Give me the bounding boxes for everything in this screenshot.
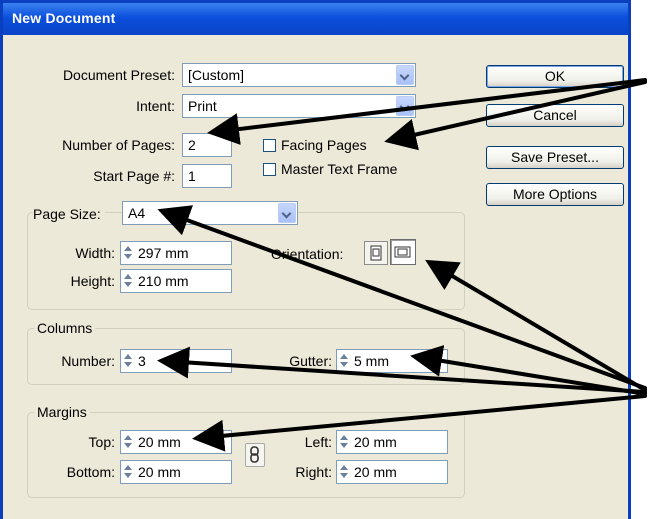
intent-label: Intent: [136,98,175,114]
gutter-value: 5 mm [354,353,389,369]
facing-pages-label: Facing Pages [281,137,367,153]
intent-value: Print [188,98,217,114]
chevron-down-icon[interactable] [278,203,296,223]
top-margin-label: Top: [88,434,115,450]
chevron-down-icon[interactable] [396,65,414,85]
right-margin-label: Right: [295,464,332,480]
width-label: Width: [75,245,115,261]
orientation-label: Orientation: [271,246,344,262]
master-text-frame-checkbox[interactable] [263,163,276,176]
portrait-orientation-button[interactable] [364,241,388,265]
page-size-dropdown[interactable]: A4 [122,201,298,225]
page-size-value: A4 [128,205,146,221]
landscape-orientation-button[interactable] [390,239,416,265]
window-title: New Document [12,10,116,26]
document-preset-label: Document Preset: [62,67,175,83]
top-margin-spinner[interactable]: 20 mm [120,430,232,454]
spinner-arrows-icon[interactable] [340,434,349,450]
left-margin-label: Left: [304,434,332,450]
spinner-arrows-icon[interactable] [340,353,349,369]
bottom-margin-label: Bottom: [66,464,115,480]
start-page-label: Start Page #: [93,168,175,184]
number-of-pages-label: Number of Pages: [62,137,175,153]
ok-button[interactable]: OK [486,65,624,88]
spinner-arrows-icon[interactable] [124,273,133,289]
right-margin-value: 20 mm [354,464,397,480]
columns-number-spinner[interactable]: 3 [120,349,232,373]
facing-pages-checkbox[interactable] [263,139,276,152]
spinner-arrows-icon[interactable] [124,464,133,480]
number-of-pages-input[interactable]: 2 [182,133,232,157]
page-size-label-text: Page Size: [33,206,101,222]
left-margin-value: 20 mm [354,434,397,450]
width-spinner[interactable]: 297 mm [120,241,232,265]
cancel-button[interactable]: Cancel [486,104,624,127]
more-options-button[interactable]: More Options [486,183,624,206]
chevron-down-icon[interactable] [396,96,414,116]
page-size-label: Page Size: [33,206,105,222]
height-spinner[interactable]: 210 mm [120,269,232,293]
spinner-arrows-icon[interactable] [124,245,133,261]
width-value: 297 mm [138,245,189,261]
gutter-label: Gutter: [289,353,332,369]
spinner-arrows-icon[interactable] [124,434,133,450]
height-label: Height: [70,273,115,289]
spinner-arrows-icon[interactable] [340,464,349,480]
columns-title: Columns [34,320,96,336]
start-page-input[interactable]: 1 [182,164,232,188]
document-preset-dropdown[interactable]: [Custom] [182,63,416,87]
top-margin-value: 20 mm [138,434,181,450]
columns-number-value: 3 [138,353,146,369]
bottom-margin-value: 20 mm [138,464,181,480]
portrait-icon [370,245,382,261]
bottom-margin-spinner[interactable]: 20 mm [120,460,232,484]
intent-dropdown[interactable]: Print [182,94,416,118]
left-margin-spinner[interactable]: 20 mm [336,430,448,454]
columns-number-label: Number: [61,353,115,369]
height-value: 210 mm [138,273,189,289]
gutter-spinner[interactable]: 5 mm [336,349,448,373]
master-text-frame-label: Master Text Frame [281,161,398,177]
right-margin-spinner[interactable]: 20 mm [336,460,448,484]
document-preset-value: [Custom] [188,67,245,83]
landscape-icon [394,246,411,258]
margins-title: Margins [34,404,90,420]
save-preset-button[interactable]: Save Preset... [486,146,624,169]
title-bar[interactable]: New Document [3,3,628,35]
spinner-arrows-icon[interactable] [124,353,133,369]
